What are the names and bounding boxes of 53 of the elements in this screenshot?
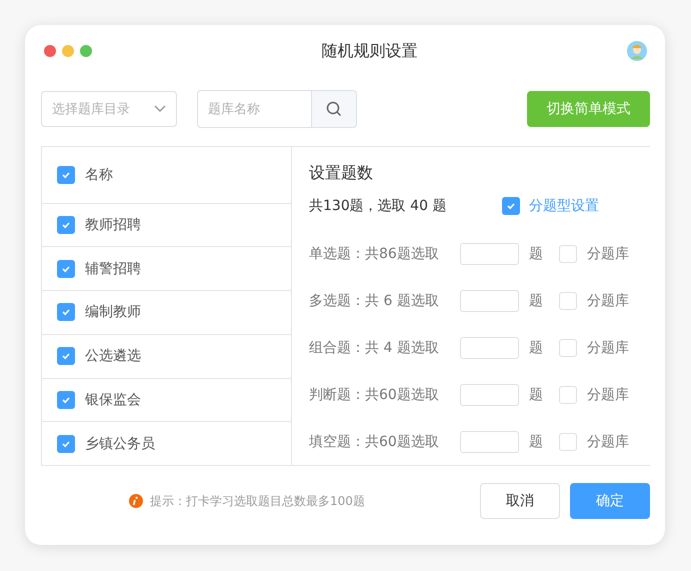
switch-mode-button[interactable]: 切换简单模式 bbox=[527, 91, 650, 127]
bank-name: 编制教师 bbox=[85, 303, 141, 322]
checkbox-label: 分题库 bbox=[587, 339, 629, 357]
type-label: 判断题：共60题选取 bbox=[309, 386, 440, 404]
chevron-down-icon bbox=[154, 105, 166, 113]
search-field[interactable]: 题库名称 bbox=[197, 90, 311, 128]
unit-label: 题 bbox=[529, 245, 544, 263]
bank-name: 乡镇公务员 bbox=[85, 434, 155, 453]
info-icon bbox=[129, 494, 143, 508]
checkbox[interactable] bbox=[57, 260, 75, 278]
count-input[interactable] bbox=[460, 337, 519, 359]
cancel-button[interactable]: 取消 bbox=[480, 483, 560, 519]
checkbox-label: 分题型设置 bbox=[529, 197, 599, 215]
maximize-icon[interactable] bbox=[80, 45, 92, 57]
checkbox-label: 分题库 bbox=[587, 433, 629, 451]
unit-label: 题 bbox=[529, 386, 544, 404]
bank-name: 银保监会 bbox=[85, 390, 141, 409]
checkbox[interactable] bbox=[57, 216, 75, 234]
bank-name: 教师招聘 bbox=[85, 216, 141, 234]
column-header: 名称 bbox=[85, 166, 113, 184]
unit-label: 题 bbox=[529, 339, 544, 357]
bank-name: 辅警招聘 bbox=[85, 260, 141, 278]
bank-name: 公选遴选 bbox=[85, 347, 141, 366]
checkbox[interactable] bbox=[57, 390, 75, 409]
count-input[interactable] bbox=[460, 243, 519, 265]
category-select[interactable]: 选择题库目录 bbox=[41, 91, 177, 127]
close-icon[interactable] bbox=[44, 45, 56, 57]
count-input[interactable] bbox=[460, 384, 519, 406]
window-title: 随机规则设置 bbox=[322, 40, 418, 62]
checkbox-label: 分题库 bbox=[587, 245, 629, 263]
count-input[interactable] bbox=[460, 431, 519, 453]
type-label: 填空题：共60题选取 bbox=[309, 433, 440, 451]
section-title: 设置题数 bbox=[309, 163, 374, 184]
checkbox[interactable] bbox=[57, 347, 75, 366]
search-button[interactable] bbox=[311, 90, 357, 128]
checkbox[interactable] bbox=[57, 166, 75, 184]
checkbox[interactable] bbox=[57, 303, 75, 322]
checkbox-label: 分题库 bbox=[587, 386, 629, 404]
avatar-icon[interactable] bbox=[627, 41, 647, 61]
confirm-button[interactable]: 确定 bbox=[570, 483, 650, 519]
checkbox[interactable] bbox=[502, 197, 520, 215]
minimize-icon[interactable] bbox=[62, 45, 74, 57]
search-icon bbox=[326, 101, 342, 117]
unit-label: 题 bbox=[529, 433, 544, 451]
type-label: 组合题：共 4 题选取 bbox=[309, 339, 440, 357]
hint-text: 提示：打卡学习选取题目总数最多100题 bbox=[150, 492, 365, 510]
count-input[interactable] bbox=[460, 290, 519, 312]
unit-label: 题 bbox=[529, 292, 544, 310]
checkbox-label: 分题库 bbox=[587, 292, 629, 310]
summary-text: 共130题，选取 40 题 bbox=[309, 197, 448, 215]
type-label: 多选题：共 6 题选取 bbox=[309, 292, 440, 310]
type-label: 单选题：共86题选取 bbox=[309, 245, 440, 263]
checkbox[interactable] bbox=[57, 434, 75, 453]
